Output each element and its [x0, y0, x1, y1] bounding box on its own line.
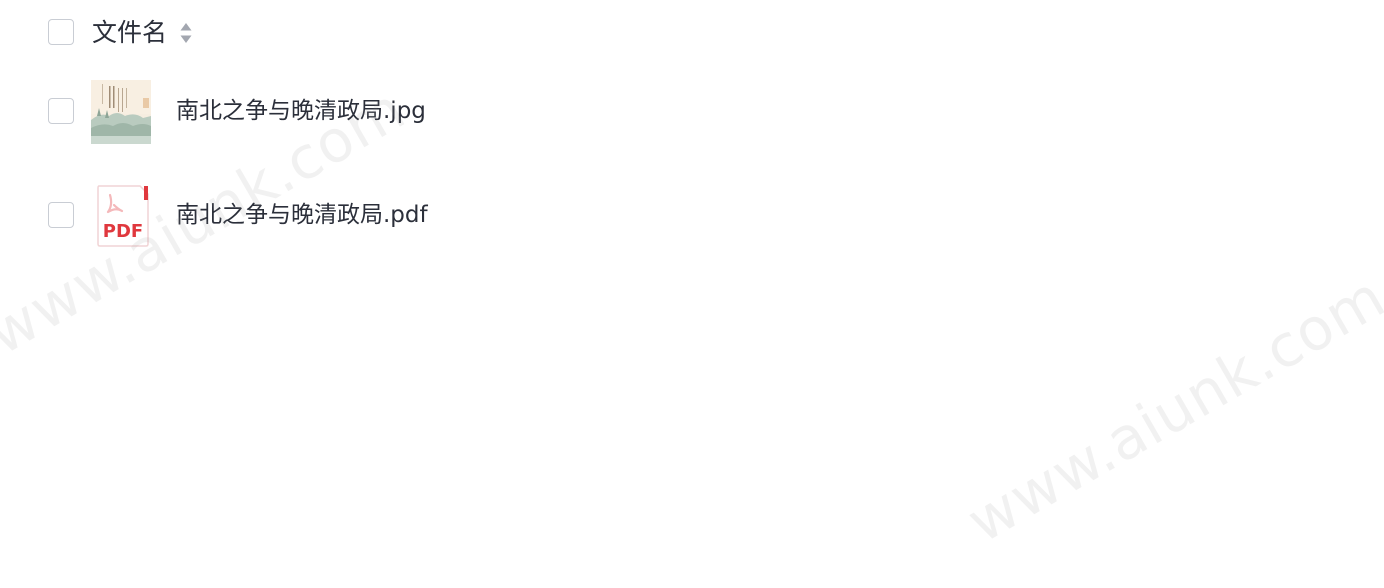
file-list: 文件名 南北之争与晚清政局.jpg PDF 南北之争与晚清政局.pdf www.… — [0, 0, 1384, 588]
row-checkbox[interactable] — [48, 98, 74, 124]
row-checkbox[interactable] — [48, 202, 74, 228]
select-all-checkbox[interactable] — [48, 19, 74, 45]
file-name-link[interactable]: 南北之争与晚清政局.pdf — [176, 200, 428, 230]
pdf-icon[interactable]: PDF — [96, 185, 150, 247]
file-name-link[interactable]: 南北之争与晚清政局.jpg — [176, 96, 426, 126]
watermark-text: www.aiunk.com — [956, 262, 1384, 556]
pdf-label: PDF — [103, 221, 143, 242]
column-header-filename[interactable]: 文件名 — [92, 16, 167, 50]
jpg-thumbnail-icon[interactable] — [91, 80, 151, 144]
sort-icon[interactable] — [179, 21, 193, 45]
